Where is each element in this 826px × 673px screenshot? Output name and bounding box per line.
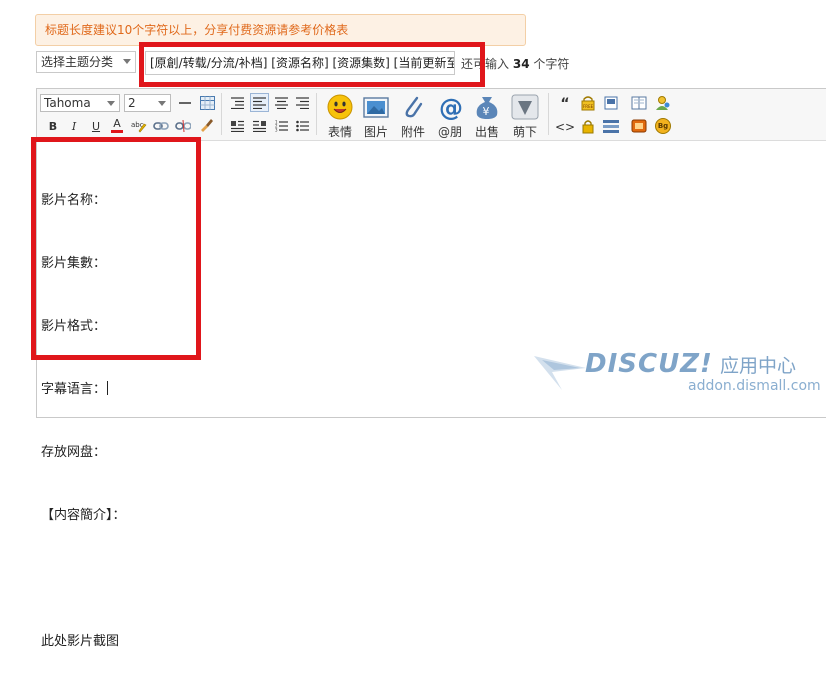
- editor-line: 此处影片截图: [41, 634, 120, 649]
- svg-text:FREE: FREE: [583, 104, 594, 109]
- watermark-app-center: 应用中心: [720, 355, 797, 377]
- watermark-url: addon.dismall.com: [688, 378, 821, 394]
- smiley-icon: [326, 94, 354, 120]
- paperclip-icon: [399, 94, 427, 120]
- toolbar-separator: [548, 93, 549, 135]
- remaining-count: 34: [512, 57, 530, 71]
- editor-line: 影片名称：: [41, 193, 107, 208]
- bg-label: Bg: [657, 122, 669, 130]
- media-icon[interactable]: [630, 117, 648, 135]
- topic-category-select[interactable]: 选择主题分类: [36, 51, 136, 73]
- notice-text: 标题长度建议10个字符以上，分享付费资源请参考价格表: [45, 23, 349, 37]
- code-icon[interactable]: <>: [555, 118, 575, 136]
- table-icon[interactable]: [198, 94, 216, 112]
- image-icon: [362, 94, 390, 120]
- svg-text:@: @: [439, 94, 463, 120]
- font-color-button[interactable]: A: [108, 116, 126, 134]
- mention-button-label: @朋: [437, 125, 462, 139]
- editor-line: 字幕语言：: [41, 382, 107, 397]
- sell-button[interactable]: ¥ 出售: [470, 94, 504, 140]
- font-color-label: A: [113, 116, 121, 130]
- editor-line: 影片格式：: [41, 319, 107, 334]
- subject-title-value: [原創/转载/分流/补档] [资源名称] [资源集数] [当前更新至: [150, 56, 455, 70]
- svg-text:3: 3: [275, 128, 278, 133]
- text-caret: [107, 381, 109, 395]
- remaining-suffix: 个字符: [533, 57, 570, 71]
- font-size-select[interactable]: 2: [124, 94, 171, 112]
- clear-format-icon[interactable]: [197, 116, 215, 134]
- sell-button-label: 出售: [474, 125, 499, 139]
- quote-icon[interactable]: “: [556, 95, 574, 113]
- font-family-value: Tahoma: [44, 96, 91, 110]
- float-right-icon[interactable]: [250, 117, 268, 135]
- chevron-down-icon: [123, 59, 131, 64]
- float-left-icon[interactable]: [228, 117, 246, 135]
- title-length-notice: 标题长度建议10个字符以上，分享付费资源请参考价格表: [35, 14, 526, 46]
- remaining-chars-counter: 还可输入 34 个字符: [461, 55, 569, 72]
- editor-line: 存放网盘：: [41, 445, 107, 460]
- attachment-button-label: 附件: [400, 125, 425, 139]
- topic-category-value: 选择主题分类: [41, 55, 114, 69]
- hide-button-label: 萌下: [512, 125, 537, 139]
- remaining-prefix: 还可输入: [461, 57, 510, 71]
- horizontal-rule-icon[interactable]: [176, 94, 194, 112]
- lock-icon[interactable]: [579, 117, 597, 135]
- hidden-content-icon[interactable]: [602, 117, 620, 135]
- font-color-swatch: [111, 129, 123, 133]
- align-center-icon[interactable]: [272, 94, 290, 112]
- subject-title-input[interactable]: [原創/转载/分流/补档] [资源名称] [资源集数] [当前更新至: [145, 51, 455, 75]
- indent-icon[interactable]: [228, 94, 246, 112]
- link-icon[interactable]: [152, 117, 170, 135]
- svg-text:¥: ¥: [483, 105, 490, 118]
- editor-line-with-caret: 字幕语言：: [41, 379, 126, 400]
- font-family-select[interactable]: Tahoma: [40, 94, 120, 112]
- user-group-icon[interactable]: [654, 94, 672, 112]
- editor-line: 【内容簡介】：: [41, 508, 126, 523]
- watermark-logo: DISCUZ!: [585, 349, 713, 379]
- toolbar-separator: [221, 93, 222, 135]
- columns-icon[interactable]: [630, 94, 648, 112]
- toolbar-separator: [316, 93, 317, 135]
- font-size-value: 2: [128, 96, 136, 110]
- underline-button[interactable]: U: [87, 117, 105, 135]
- image-button[interactable]: 图片: [359, 94, 393, 140]
- ordered-list-icon[interactable]: 123: [272, 117, 290, 135]
- page-break-icon[interactable]: [602, 94, 620, 112]
- emoji-button[interactable]: 表情: [323, 94, 357, 140]
- bg-badge-icon: Bg: [655, 118, 671, 134]
- align-left-icon[interactable]: [250, 93, 269, 112]
- image-button-label: 图片: [363, 125, 388, 139]
- emoji-button-label: 表情: [327, 125, 352, 139]
- at-sign-icon: @: [436, 94, 464, 122]
- money-bag-icon: ¥: [473, 94, 501, 120]
- chevron-down-icon: [107, 101, 115, 106]
- hide-button[interactable]: 萌下: [508, 94, 542, 140]
- editor-line: 影片集數：: [41, 256, 107, 271]
- align-right-icon[interactable]: [293, 94, 311, 112]
- chevron-down-icon: [158, 101, 166, 106]
- mention-button[interactable]: @ @朋: [433, 94, 467, 140]
- free-content-icon[interactable]: FREE: [579, 94, 597, 112]
- watermark-swoosh-icon: [532, 352, 590, 395]
- unlink-icon[interactable]: [174, 117, 192, 135]
- down-arrow-icon: [511, 94, 539, 120]
- italic-button[interactable]: I: [65, 117, 83, 135]
- bold-button[interactable]: B: [44, 117, 62, 135]
- editor-content[interactable]: 影片名称： 影片集數： 影片格式： 字幕语言： 存放网盘： 【内容簡介】： 此处…: [41, 148, 126, 673]
- background-color-button[interactable]: Bg: [654, 117, 672, 135]
- unordered-list-icon[interactable]: [293, 117, 311, 135]
- attachment-button[interactable]: 附件: [396, 94, 430, 140]
- highlight-icon[interactable]: abc: [130, 117, 148, 135]
